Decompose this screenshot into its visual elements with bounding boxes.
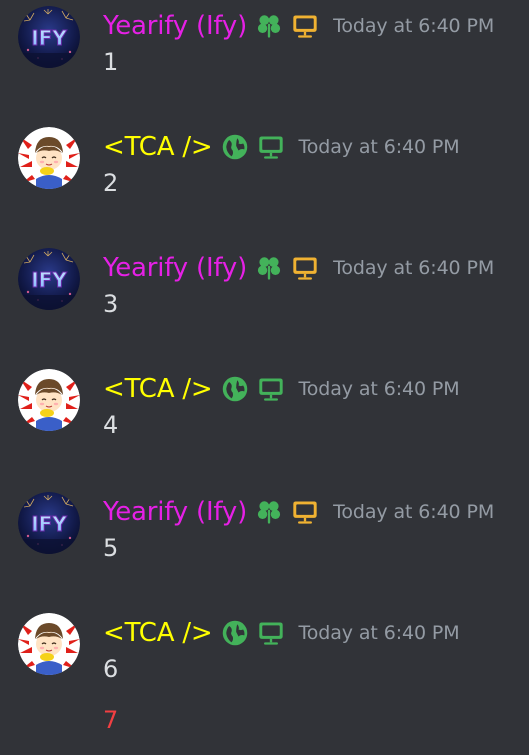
timestamp[interactable]: Today at 6:40 PM: [333, 15, 494, 37]
globe-icon[interactable]: [221, 133, 249, 161]
username[interactable]: <TCA />: [103, 132, 213, 162]
desktop-icon[interactable]: [257, 619, 285, 647]
desktop-icon[interactable]: [257, 133, 285, 161]
desktop-icon[interactable]: [291, 12, 319, 40]
message-content: 3: [103, 290, 119, 318]
ify-fireworks-avatar: [18, 492, 80, 554]
globe-icon[interactable]: [221, 375, 249, 403]
message-content: 5: [103, 534, 119, 562]
timestamp[interactable]: Today at 6:40 PM: [299, 622, 460, 644]
message-content: 4: [103, 411, 119, 439]
message-header: <TCA /> Today at 6:40 PM: [103, 371, 460, 407]
username[interactable]: Yearify (Ify): [103, 253, 247, 283]
avatar[interactable]: [18, 127, 80, 189]
message-header: <TCA /> Today at 6:40 PM: [103, 129, 460, 165]
desktop-icon[interactable]: [291, 498, 319, 526]
clover-icon[interactable]: [255, 254, 283, 282]
timestamp[interactable]: Today at 6:40 PM: [333, 501, 494, 523]
timestamp[interactable]: Today at 6:40 PM: [333, 257, 494, 279]
message-header: Yearify (Ify) Today at 6:40 PM: [103, 250, 494, 286]
desktop-icon[interactable]: [291, 254, 319, 282]
chat-message[interactable]: Yearify (Ify) Today at 6:40 PM 1: [0, 0, 529, 110]
timestamp[interactable]: Today at 6:40 PM: [299, 136, 460, 158]
message-header: Yearify (Ify) Today at 6:40 PM: [103, 8, 494, 44]
avatar[interactable]: [18, 369, 80, 431]
chat-message[interactable]: <TCA /> Today at 6:40 PM 2: [0, 121, 529, 231]
avatar[interactable]: [18, 248, 80, 310]
anime-boy-arrows-avatar: [18, 613, 80, 675]
chat-message[interactable]: <TCA /> Today at 6:40 PM 4: [0, 363, 529, 473]
username[interactable]: Yearify (Ify): [103, 11, 247, 41]
ify-fireworks-avatar: [18, 248, 80, 310]
anime-boy-arrows-avatar: [18, 127, 80, 189]
chat-message[interactable]: Yearify (Ify) Today at 6:40 PM 5: [0, 486, 529, 596]
avatar[interactable]: [18, 492, 80, 554]
clover-icon[interactable]: [255, 12, 283, 40]
anime-boy-arrows-avatar: [18, 369, 80, 431]
username[interactable]: Yearify (Ify): [103, 497, 247, 527]
desktop-icon[interactable]: [257, 375, 285, 403]
message-content: 2: [103, 169, 119, 197]
message-content: 1: [103, 48, 119, 76]
timestamp[interactable]: Today at 6:40 PM: [299, 378, 460, 400]
avatar[interactable]: [18, 6, 80, 68]
message-content: 6: [103, 655, 119, 683]
username[interactable]: <TCA />: [103, 618, 213, 648]
clover-icon[interactable]: [255, 498, 283, 526]
message-header: Yearify (Ify) Today at 6:40 PM: [103, 494, 494, 530]
message-header: <TCA /> Today at 6:40 PM: [103, 615, 460, 651]
globe-icon[interactable]: [221, 619, 249, 647]
chat-message[interactable]: <TCA /> Today at 6:40 PM 6 7: [0, 607, 529, 734]
ify-fireworks-avatar: [18, 6, 80, 68]
message-content-continuation: 7: [103, 706, 119, 734]
avatar[interactable]: [18, 613, 80, 675]
chat-message[interactable]: Yearify (Ify) Today at 6:40 PM 3: [0, 242, 529, 352]
username[interactable]: <TCA />: [103, 374, 213, 404]
